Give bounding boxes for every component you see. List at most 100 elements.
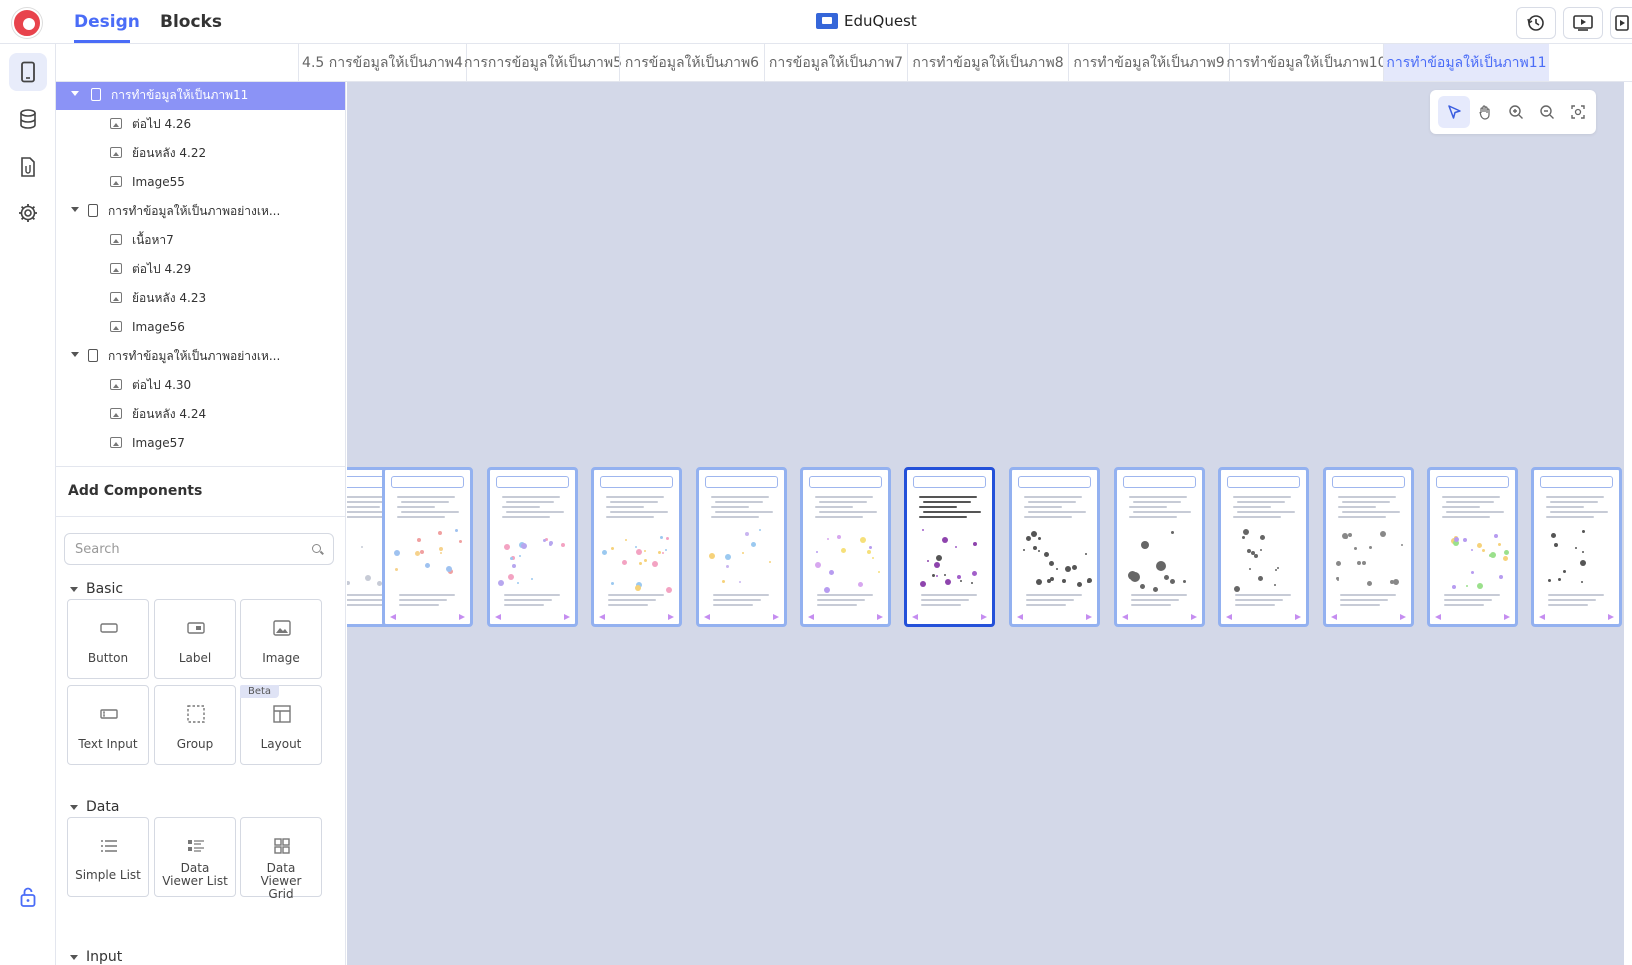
- tree-image-item[interactable]: Image56: [56, 312, 345, 342]
- thumbnail-mark: [1183, 579, 1187, 583]
- screen-thumbnail[interactable]: [382, 467, 473, 627]
- thumbnail-mark: [347, 581, 351, 586]
- tree-screen-item[interactable]: การทำข้อมูลให้เป็นภาพอย่างเห...: [56, 196, 345, 226]
- tree-image-item[interactable]: ต่อไป 4.30: [56, 370, 345, 400]
- component-layout[interactable]: Beta Layout: [240, 685, 322, 765]
- screen-tab[interactable]: การทำข้อมูลให้เป็นภาพ11: [1383, 44, 1549, 81]
- component-label[interactable]: Label: [154, 599, 236, 679]
- chevron-down-icon[interactable]: [71, 207, 79, 212]
- zoom-out-tool[interactable]: [1531, 96, 1563, 128]
- tree-screen-item[interactable]: การทำข้อมูลให้เป็นภาพอย่างเห...: [56, 341, 345, 371]
- screen-tab[interactable]: การทำข้อมูลให้เป็นภาพ9: [1068, 44, 1229, 81]
- tree-image-item[interactable]: ย้อนหลัง 4.23: [56, 283, 345, 313]
- thumbnail-mark: [942, 536, 949, 543]
- thumbnail-mark: [932, 574, 936, 578]
- thumbnail-back-icon: [1017, 614, 1023, 620]
- tree-image-item[interactable]: ย้อนหลัง 4.24: [56, 399, 345, 429]
- thumbnail-text-line: [1237, 511, 1295, 513]
- rail-screens-button[interactable]: [9, 53, 47, 91]
- thumbnail-mark: [709, 553, 716, 560]
- thumbnail-mark: [1504, 550, 1510, 556]
- screen-thumbnail[interactable]: [487, 467, 578, 627]
- fit-screen-tool[interactable]: [1562, 96, 1594, 128]
- tree-image-item[interactable]: ต่อไป 4.29: [56, 254, 345, 284]
- thumbnail-mark: [665, 587, 672, 594]
- rail-settings-button[interactable]: [9, 194, 47, 232]
- section-basic[interactable]: Basic: [70, 581, 123, 597]
- thumbnail-mark: [943, 574, 946, 577]
- screen-thumbnail[interactable]: [1009, 467, 1100, 627]
- component-data-viewer-grid[interactable]: Data Viewer Grid: [240, 817, 322, 901]
- hand-tool[interactable]: [1469, 96, 1501, 128]
- thumbnail-mark: [512, 564, 517, 569]
- thumbnail-mark: [360, 545, 363, 548]
- thumbnail-mark: [625, 538, 628, 541]
- tree-image-item[interactable]: Image57: [56, 428, 345, 458]
- screen-thumbnail[interactable]: [1531, 467, 1622, 627]
- screen-tab[interactable]: การทำข้อมูลให้เป็นภาพ10: [1226, 44, 1387, 81]
- tree-screen-item[interactable]: การทำข้อมูลให้เป็นภาพ11: [56, 82, 345, 110]
- image-icon: [110, 147, 122, 158]
- design-canvas[interactable]: [347, 82, 1632, 965]
- zoom-out-icon: [1540, 105, 1554, 119]
- tree-image-item[interactable]: ย้อนหลัง 4.22: [56, 138, 345, 168]
- thumbnail-text-line: [1442, 496, 1500, 498]
- screen-thumbnail[interactable]: [1114, 467, 1205, 627]
- zoom-in-tool[interactable]: [1500, 96, 1532, 128]
- thumbnail-mark: [611, 581, 615, 585]
- screen-thumbnail[interactable]: [1323, 467, 1414, 627]
- component-text-input[interactable]: Text Input: [67, 685, 149, 765]
- thumbnail-back-icon: [390, 614, 396, 620]
- chevron-down-icon[interactable]: [71, 91, 79, 96]
- pointer-tool[interactable]: [1438, 96, 1470, 128]
- rail-lock-button[interactable]: [9, 878, 47, 916]
- screen-tab[interactable]: การข้อมูลให้เป็นภาพ7: [764, 44, 907, 81]
- thumbnail-back-icon: [1226, 614, 1232, 620]
- chevron-down-icon[interactable]: [71, 352, 79, 357]
- group-icon: [187, 705, 205, 723]
- history-button[interactable]: [1516, 7, 1556, 39]
- tree-image-item[interactable]: Image55: [56, 167, 345, 197]
- screen-tab[interactable]: การทำข้อมูลให้เป็นภาพ8: [907, 44, 1068, 81]
- thumbnail-mark: [956, 575, 961, 580]
- component-simple-list[interactable]: Simple List: [67, 817, 149, 897]
- chevron-down-icon: [70, 804, 78, 810]
- thumbnail-mark: [665, 537, 669, 541]
- tab-design[interactable]: Design: [74, 12, 140, 32]
- screen-thumbnail[interactable]: [1218, 467, 1309, 627]
- rail-files-button[interactable]: [9, 148, 47, 186]
- section-input[interactable]: Input: [70, 949, 122, 965]
- component-data-viewer-list[interactable]: Data Viewer List: [154, 817, 236, 897]
- screen-thumbnail[interactable]: [800, 467, 891, 627]
- section-data[interactable]: Data: [70, 799, 119, 815]
- app-logo[interactable]: [12, 8, 42, 38]
- component-button[interactable]: Button: [67, 599, 149, 679]
- tree-image-item[interactable]: เนื้อหา7: [56, 225, 345, 255]
- thumbnail-next-icon: [1608, 614, 1614, 620]
- tab-blocks[interactable]: Blocks: [160, 12, 222, 32]
- tree-item-label: Image56: [132, 320, 185, 334]
- screen-thumbnail[interactable]: [591, 467, 682, 627]
- thumbnail-next-icon: [1191, 614, 1197, 620]
- grid-icon: [274, 838, 290, 854]
- tree-image-item[interactable]: ต่อไป 4.26: [56, 109, 345, 139]
- screen-tab[interactable]: การข้อมูลให้เป็นภาพ6: [619, 44, 764, 81]
- thumbnail-back-icon: [599, 614, 605, 620]
- thumbnail-mark: [634, 584, 641, 591]
- screen-thumbnail[interactable]: [696, 467, 787, 627]
- screen-icon: [91, 88, 101, 101]
- thumbnail-text-line: [711, 516, 759, 518]
- component-group[interactable]: Group: [154, 685, 236, 765]
- play-button[interactable]: [1610, 7, 1632, 39]
- screen-thumbnail[interactable]: [904, 467, 995, 627]
- preview-button[interactable]: [1563, 7, 1603, 39]
- thumbnail-text-line: [817, 594, 873, 596]
- thumbnail-mark: [1562, 569, 1566, 573]
- component-image[interactable]: Image: [240, 599, 322, 679]
- screen-thumbnail[interactable]: [1427, 467, 1518, 627]
- screen-tab[interactable]: การการข้อมูลให้เป็นภาพ5: [464, 44, 622, 81]
- screen-tab[interactable]: 4.5 การข้อมูลให้เป็นภาพ4: [298, 44, 466, 81]
- components-search-input[interactable]: Search: [64, 533, 334, 565]
- thumbnail-mark: [829, 569, 834, 575]
- rail-database-button[interactable]: [9, 100, 47, 138]
